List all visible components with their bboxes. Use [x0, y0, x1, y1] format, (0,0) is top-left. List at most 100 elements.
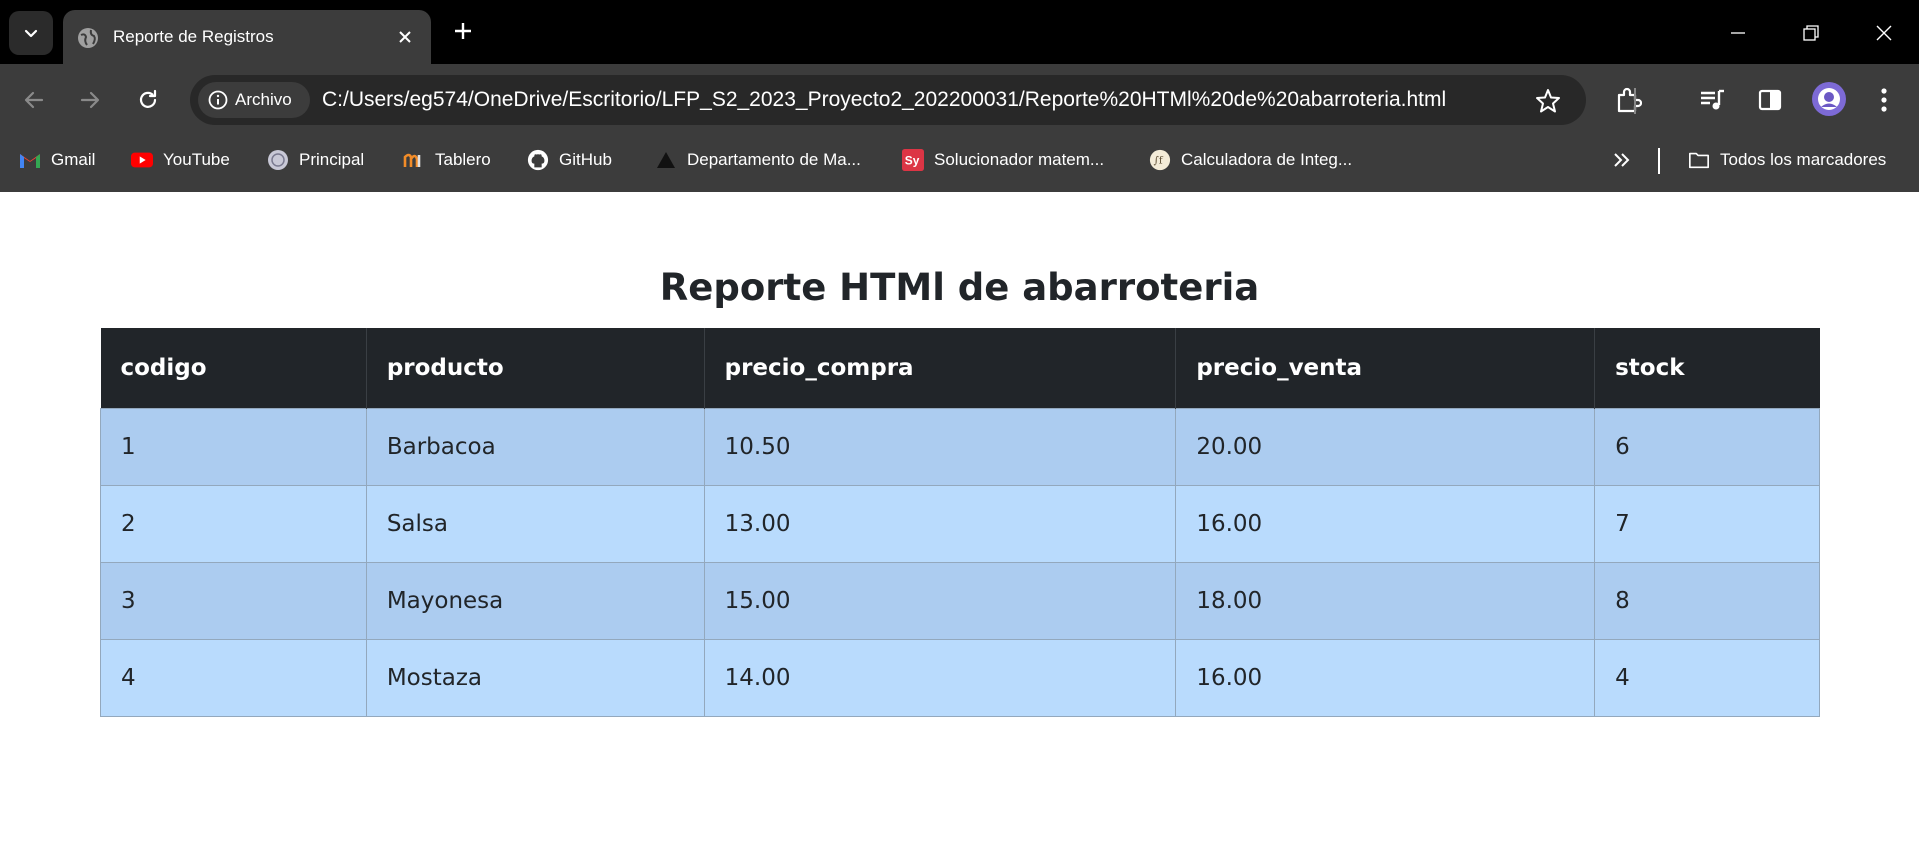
- arrow-right-icon: [80, 91, 100, 109]
- new-tab-button[interactable]: [448, 16, 478, 46]
- column-header-codigo: codigo: [100, 328, 367, 408]
- report-table: codigo producto precio_compra precio_ven…: [100, 328, 1820, 717]
- bookmark-tablero[interactable]: Tablero: [403, 136, 491, 184]
- cell-stock: 7: [1594, 484, 1820, 563]
- cell-precio-venta: 16.00: [1175, 484, 1596, 563]
- close-icon: [1876, 25, 1892, 41]
- arrow-left-icon: [24, 91, 44, 109]
- principal-icon: [267, 149, 289, 171]
- column-header-precio-compra: precio_compra: [704, 328, 1177, 408]
- all-bookmarks-folder[interactable]: Todos los marcadores: [1688, 136, 1886, 184]
- chevron-double-right-icon: [1614, 153, 1630, 167]
- toolbar-separator: [1634, 88, 1636, 114]
- side-panel-icon: [1758, 89, 1782, 111]
- cell-codigo: 4: [100, 638, 367, 717]
- departamento-icon: [655, 149, 677, 171]
- forward-button[interactable]: [72, 82, 108, 118]
- column-header-precio-venta: precio_venta: [1175, 328, 1596, 408]
- bookmark-departamento[interactable]: Departamento de Ma...: [655, 136, 861, 184]
- profile-avatar[interactable]: [1812, 82, 1846, 116]
- bookmark-label: Calculadora de Integ...: [1181, 150, 1353, 169]
- bookmarks-overflow-button[interactable]: [1612, 136, 1632, 184]
- tab-search-button[interactable]: [9, 11, 53, 55]
- cell-precio-venta: 18.00: [1175, 561, 1596, 640]
- site-info-chip[interactable]: Archivo: [198, 82, 310, 118]
- page-title: Reporte HTMl de abarroteria: [659, 266, 1260, 309]
- youtube-icon: [131, 149, 153, 171]
- puzzle-icon: [1617, 87, 1642, 113]
- bookmark-label: GitHub: [559, 150, 612, 169]
- bookmarks-separator: [1658, 148, 1660, 174]
- gmail-icon: [19, 149, 41, 171]
- queue-music-icon: [1701, 89, 1724, 110]
- url-text[interactable]: C:/Users/eg574/OneDrive/Escritorio/LFP_S…: [322, 75, 1446, 125]
- bookmarks-bar: Gmail YouTube Principal Tablero GitHub D…: [0, 136, 1919, 192]
- bookmark-label: Principal: [299, 150, 365, 169]
- reload-button[interactable]: [130, 82, 166, 118]
- site-chip-label: Archivo: [235, 90, 292, 109]
- star-icon[interactable]: [1534, 87, 1562, 115]
- cell-producto: Salsa: [365, 484, 705, 563]
- cell-precio-compra: 13.00: [703, 484, 1177, 563]
- tab-close-button[interactable]: [393, 25, 417, 49]
- bookmark-label: Gmail: [51, 150, 96, 169]
- cell-precio-compra: 15.00: [703, 561, 1177, 640]
- minimize-button[interactable]: [1718, 13, 1758, 53]
- browser-tab[interactable]: Reporte de Registros: [63, 10, 431, 64]
- bookmark-github[interactable]: GitHub: [527, 136, 612, 184]
- chevron-down-icon: [24, 29, 38, 38]
- folder-icon: [1688, 149, 1710, 171]
- cell-precio-compra: 14.00: [703, 638, 1177, 717]
- bookmark-principal[interactable]: Principal: [267, 136, 364, 184]
- address-bar[interactable]: Archivo C:/Users/eg574/OneDrive/Escritor…: [190, 75, 1586, 125]
- table-row: 4 Mostaza 14.00 16.00 4: [100, 638, 1820, 717]
- cell-producto: Mostaza: [365, 638, 705, 717]
- tab-title: Reporte de Registros: [113, 27, 274, 46]
- back-button[interactable]: [16, 82, 52, 118]
- extensions-button[interactable]: [1610, 82, 1646, 118]
- close-icon: [399, 31, 411, 43]
- bookmark-label: YouTube: [163, 150, 230, 169]
- tablero-icon: [403, 149, 425, 171]
- svg-text:∫f: ∫f: [1154, 156, 1164, 167]
- bookmark-solucionador[interactable]: Sy Solucionador matem...: [902, 136, 1104, 184]
- bookmark-youtube[interactable]: YouTube: [131, 136, 230, 184]
- github-icon: [527, 149, 549, 171]
- svg-text:Sy: Sy: [905, 154, 920, 168]
- side-panel-button[interactable]: [1752, 82, 1788, 118]
- cell-codigo: 3: [100, 561, 367, 640]
- minimize-icon: [1731, 32, 1745, 34]
- column-header-producto: producto: [366, 328, 705, 408]
- cell-producto: Barbacoa: [365, 407, 705, 486]
- globe-icon: [78, 28, 98, 48]
- symbolab-icon: Sy: [902, 149, 924, 171]
- bookmark-label: Departamento de Ma...: [687, 150, 861, 169]
- cell-codigo: 1: [100, 407, 367, 486]
- page-content: Reporte HTMl de abarroteria codigo produ…: [0, 192, 1919, 866]
- cell-stock: 4: [1594, 638, 1820, 717]
- column-header-stock: stock: [1594, 328, 1820, 408]
- more-vert-icon: [1881, 88, 1887, 112]
- browser-titlebar: Reporte de Registros: [0, 0, 1919, 64]
- calculadora-icon: ∫f: [1149, 149, 1171, 171]
- cell-precio-venta: 16.00: [1175, 638, 1596, 717]
- reload-icon: [139, 89, 157, 108]
- media-control-button[interactable]: [1694, 82, 1730, 118]
- browser-toolbar: Archivo C:/Users/eg574/OneDrive/Escritor…: [0, 64, 1919, 136]
- avatar-icon: [1818, 88, 1840, 110]
- cell-precio-venta: 20.00: [1175, 407, 1596, 486]
- table-header-row: codigo producto precio_compra precio_ven…: [100, 328, 1820, 408]
- restore-icon: [1803, 25, 1819, 41]
- cell-codigo: 2: [100, 484, 367, 563]
- cell-stock: 8: [1594, 561, 1820, 640]
- all-bookmarks-label: Todos los marcadores: [1720, 150, 1887, 169]
- cell-producto: Mayonesa: [365, 561, 705, 640]
- bookmark-gmail[interactable]: Gmail: [19, 136, 95, 184]
- close-window-button[interactable]: [1864, 13, 1904, 53]
- plus-icon: [455, 23, 471, 39]
- bookmark-calculadora[interactable]: ∫f Calculadora de Integ...: [1149, 136, 1352, 184]
- restore-button[interactable]: [1791, 13, 1831, 53]
- info-icon: [208, 90, 228, 110]
- menu-button[interactable]: [1866, 82, 1902, 118]
- table-row: 1 Barbacoa 10.50 20.00 6: [100, 407, 1820, 486]
